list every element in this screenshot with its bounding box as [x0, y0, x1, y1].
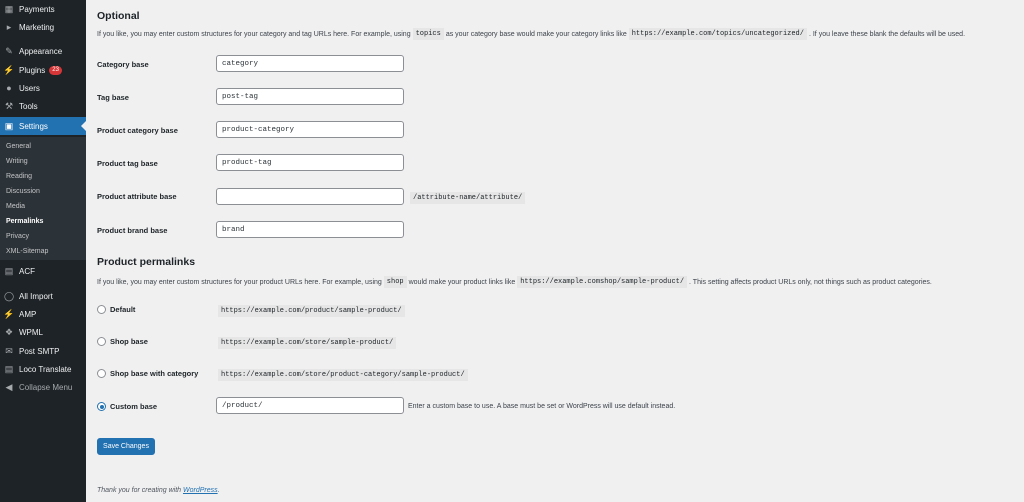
menu-loco-translate[interactable]: ▤ Loco Translate [0, 360, 86, 378]
wrench-icon: ⚒ [4, 100, 14, 111]
attribute-suffix-code: /attribute-name/attribute/ [410, 192, 526, 204]
shop-base-radio[interactable] [97, 337, 106, 346]
product-tag-base-label: Product tag base [97, 159, 158, 168]
desc-text: . This setting affects product URLs only… [689, 278, 932, 286]
menu-wpml[interactable]: ❖ WPML [0, 323, 86, 341]
menu-label: Users [19, 83, 40, 93]
admin-footer: Thank you for creating with WordPress. [97, 487, 220, 494]
default-radio-label[interactable]: Default [110, 305, 135, 314]
menu-post-smtp[interactable]: ✉ Post SMTP [0, 342, 86, 360]
shop-base-category-permalink-code: https://example.com/store/product-catego… [218, 369, 468, 381]
menu-label: AMP [19, 309, 37, 319]
update-count-badge: 23 [49, 65, 62, 75]
example-code: shop [383, 276, 407, 288]
footer-period: . [217, 487, 220, 494]
desc-text: would make your product links like [408, 278, 516, 286]
product-attribute-base-input[interactable] [216, 188, 404, 205]
translate-icon: ▤ [4, 363, 14, 374]
custom-base-radio[interactable] [97, 402, 106, 411]
menu-label: All Import [19, 291, 53, 301]
amp-icon: ⚡ [3, 308, 15, 319]
shop-base-permalink-code: https://example.com/store/sample-product… [218, 337, 397, 349]
tag-base-input[interactable]: post-tag [216, 88, 404, 105]
submenu-permalinks[interactable]: Permalinks [6, 214, 43, 228]
category-base-label: Category base [97, 60, 149, 69]
paintbrush-icon: ✎ [5, 45, 13, 56]
product-brand-base-label: Product brand base [97, 226, 168, 235]
megaphone-icon: ▸ [6, 21, 12, 32]
menu-users[interactable]: ● Users [0, 79, 86, 97]
desc-text: If you like, you may enter custom struct… [97, 30, 411, 38]
shop-base-category-radio-label[interactable]: Shop base with category [110, 369, 198, 378]
menu-plugins[interactable]: ⚡ Plugins 23 [0, 61, 86, 79]
menu-tools[interactable]: ⚒ Tools [0, 97, 86, 115]
menu-acf[interactable]: ▤ ACF [0, 262, 86, 280]
menu-settings[interactable]: ▣ Settings [0, 117, 86, 135]
acf-icon: ▤ [4, 265, 14, 276]
footer-text: Thank you for creating with [97, 487, 182, 494]
product-tag-base-input[interactable]: product-tag [216, 154, 404, 171]
desc-text: as your category base would make your ca… [445, 30, 627, 38]
tag-base-label: Tag base [97, 93, 129, 102]
menu-label: Plugins [19, 65, 46, 75]
menu-amp[interactable]: ⚡ AMP [0, 305, 86, 323]
example-url-code: https://example.com/topics/uncategorized… [628, 28, 807, 40]
import-icon: ◯ [3, 290, 15, 301]
product-category-base-label: Product category base [97, 126, 178, 135]
desc-text: . If you leave these blank the defaults … [808, 30, 966, 38]
menu-label: WPML [19, 327, 43, 337]
example-url-code: https://example.comshop/sample-product/ [517, 276, 688, 288]
shop-base-category-radio[interactable] [97, 369, 106, 378]
payments-icon: ▦ [4, 3, 14, 14]
settings-submenu: General Writing Reading Discussion Media… [0, 137, 86, 260]
menu-label: Loco Translate [19, 364, 72, 374]
menu-label: Appearance [19, 46, 63, 56]
custom-base-radio-label[interactable]: Custom base [110, 402, 157, 411]
wordpress-link[interactable]: WordPress [183, 487, 218, 494]
menu-label: Payments [19, 4, 55, 14]
menu-label: ACF [19, 266, 35, 276]
submenu-privacy[interactable]: Privacy [6, 229, 29, 243]
example-code: topics [412, 28, 444, 40]
desc-text: If you like, you may enter custom struct… [97, 278, 382, 286]
shop-base-radio-label[interactable]: Shop base [110, 337, 148, 346]
optional-description: If you like, you may enter custom struct… [97, 28, 965, 40]
submenu-reading[interactable]: Reading [6, 169, 32, 183]
menu-appearance[interactable]: ✎ Appearance [0, 42, 86, 60]
plug-icon: ⚡ [3, 64, 15, 75]
submenu-general[interactable]: General [6, 139, 31, 153]
save-changes-button[interactable]: Save Changes [97, 438, 155, 455]
menu-label: Collapse Menu [19, 382, 73, 392]
menu-payments[interactable]: ▦ Payments [0, 0, 86, 18]
user-icon: ● [6, 82, 12, 93]
menu-marketing[interactable]: ▸ Marketing [0, 18, 86, 36]
submenu-writing[interactable]: Writing [6, 154, 28, 168]
menu-label: Marketing [19, 22, 55, 32]
submenu-media[interactable]: Media [6, 199, 25, 213]
admin-sidebar: ▦ Payments ▸ Marketing ✎ Appearance ⚡ Pl… [0, 0, 86, 502]
collapse-icon: ◀ [5, 381, 13, 392]
collapse-menu-button[interactable]: ◀ Collapse Menu [0, 378, 86, 396]
optional-heading: Optional [97, 10, 140, 22]
menu-label: Post SMTP [19, 346, 60, 356]
menu-label: Tools [19, 101, 38, 111]
product-attribute-base-label: Product attribute base [97, 192, 177, 201]
custom-base-note: Enter a custom base to use. A base must … [408, 403, 676, 410]
product-category-base-input[interactable]: product-category [216, 121, 404, 138]
wpml-icon: ❖ [4, 326, 14, 337]
product-brand-base-input[interactable]: brand [216, 221, 404, 238]
custom-base-input[interactable]: /product/ [216, 397, 404, 414]
mail-icon: ✉ [5, 345, 13, 356]
category-base-input[interactable]: category [216, 55, 404, 72]
default-permalink-code: https://example.com/product/sample-produ… [218, 305, 405, 317]
main-content: Optional If you like, you may enter cust… [86, 0, 1024, 502]
settings-icon: ▣ [4, 120, 14, 131]
submenu-discussion[interactable]: Discussion [6, 184, 40, 198]
product-permalinks-heading: Product permalinks [97, 256, 196, 268]
menu-all-import[interactable]: ◯ All Import [0, 287, 86, 305]
submenu-xml-sitemap[interactable]: XML-Sitemap [6, 244, 48, 258]
menu-label: Settings [19, 121, 48, 131]
default-radio[interactable] [97, 305, 106, 314]
product-permalinks-description: If you like, you may enter custom struct… [97, 276, 932, 288]
